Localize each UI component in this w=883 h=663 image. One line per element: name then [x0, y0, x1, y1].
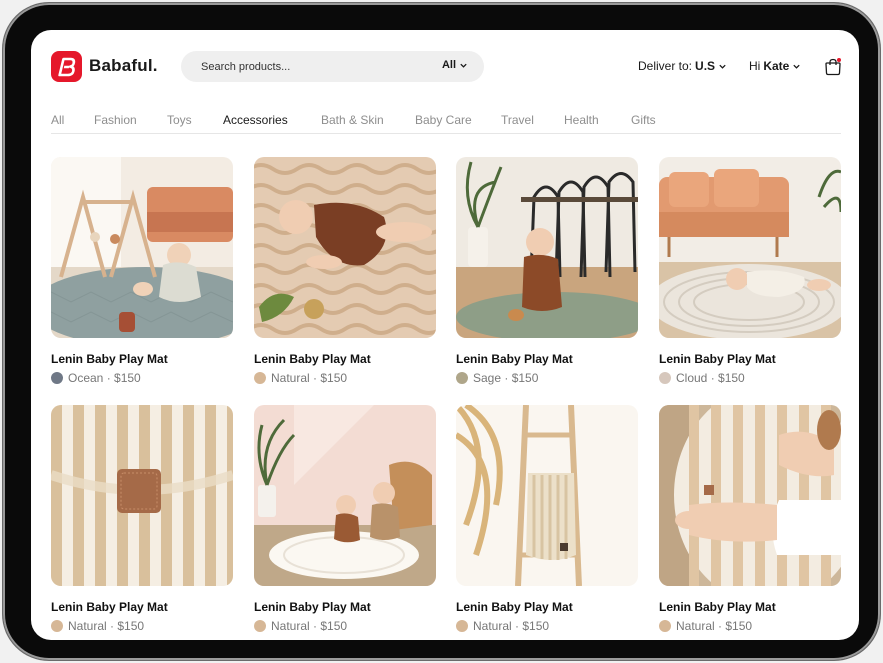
color-swatch[interactable]	[659, 620, 671, 632]
product-image[interactable]	[51, 157, 233, 338]
product-meta: Natural · $150	[659, 619, 752, 633]
product-variant-price: Natural · $150	[271, 619, 348, 633]
product-title[interactable]: Lenin Baby Play Mat	[659, 352, 776, 366]
deliver-to-selector[interactable]: Deliver to: U.S	[638, 59, 727, 73]
tab-toys[interactable]: Toys	[167, 113, 223, 133]
product-title[interactable]: Lenin Baby Play Mat	[254, 352, 371, 366]
color-swatch[interactable]	[51, 620, 63, 632]
search-category-dropdown[interactable]: All	[442, 59, 468, 71]
product-meta: Sage · $150	[456, 371, 538, 385]
product-card[interactable]: Lenin Baby Play Mat Natural · $150	[456, 405, 638, 633]
product-variant-price: Natural · $150	[676, 619, 753, 633]
product-image[interactable]	[254, 405, 436, 586]
product-variant-price: Natural · $150	[68, 619, 145, 633]
category-tabs: All Fashion Toys Accessories Bath & Skin…	[51, 113, 841, 134]
deliver-value: U.S	[695, 59, 716, 73]
product-card[interactable]: Lenin Baby Play Mat Sage · $150	[456, 157, 638, 385]
tab-all[interactable]: All	[51, 113, 94, 133]
search-input[interactable]	[201, 59, 421, 75]
product-meta: Ocean · $150	[51, 371, 141, 385]
color-swatch[interactable]	[659, 372, 671, 384]
product-title[interactable]: Lenin Baby Play Mat	[254, 600, 371, 614]
chevron-down-icon	[460, 63, 467, 68]
brand-logo-icon[interactable]	[51, 51, 82, 82]
search-category-value: All	[441, 59, 456, 71]
product-variant-price: Cloud · $150	[676, 371, 745, 385]
chevron-down-icon	[793, 64, 801, 69]
color-swatch[interactable]	[254, 372, 266, 384]
product-meta: Natural · $150	[456, 619, 549, 633]
shopping-bag-icon	[825, 58, 841, 76]
product-variant-price: Natural · $150	[271, 371, 348, 385]
product-title[interactable]: Lenin Baby Play Mat	[51, 352, 168, 366]
tab-health[interactable]: Health	[564, 113, 631, 133]
product-variant-price: Natural · $150	[473, 619, 550, 633]
tab-travel[interactable]: Travel	[501, 113, 564, 133]
color-swatch[interactable]	[456, 372, 468, 384]
product-card[interactable]: Lenin Baby Play Mat Ocean · $150	[51, 157, 233, 385]
product-image[interactable]	[659, 405, 841, 586]
brand-name[interactable]: Babaful.	[89, 56, 158, 76]
tablet-frame: Babaful. All Deliver to: U.S Hi Kate	[3, 3, 880, 660]
top-header: Babaful. All Deliver to: U.S Hi Kate	[31, 30, 859, 105]
product-image[interactable]	[51, 405, 233, 586]
product-title[interactable]: Lenin Baby Play Mat	[456, 352, 573, 366]
deliver-label: Deliver to:	[638, 59, 693, 73]
greeting-prefix: Hi	[749, 59, 761, 73]
product-variant-price: Ocean · $150	[68, 371, 141, 385]
product-card[interactable]: Lenin Baby Play Mat Cloud · $150	[659, 157, 841, 385]
product-image[interactable]	[456, 405, 638, 586]
user-name: Kate	[763, 59, 790, 73]
product-card[interactable]: Lenin Baby Play Mat Natural · $150	[659, 405, 841, 633]
tab-fashion[interactable]: Fashion	[94, 113, 167, 133]
product-meta: Cloud · $150	[659, 371, 745, 385]
product-title[interactable]: Lenin Baby Play Mat	[456, 600, 573, 614]
tab-baby-care[interactable]: Baby Care	[415, 113, 501, 133]
color-swatch[interactable]	[456, 620, 468, 632]
product-image[interactable]	[456, 157, 638, 338]
product-title[interactable]: Lenin Baby Play Mat	[659, 600, 776, 614]
product-meta: Natural · $150	[254, 619, 347, 633]
product-card[interactable]: Lenin Baby Play Mat Natural · $150	[51, 405, 233, 633]
product-image[interactable]	[659, 157, 841, 338]
product-card[interactable]: Lenin Baby Play Mat Natural · $150	[254, 157, 436, 385]
color-swatch[interactable]	[51, 372, 63, 384]
search-bar[interactable]: All	[181, 51, 484, 82]
tab-bath-skin[interactable]: Bath & Skin	[321, 113, 415, 133]
account-menu[interactable]: Hi Kate	[749, 59, 801, 73]
color-swatch[interactable]	[254, 620, 266, 632]
product-variant-price: Sage · $150	[473, 371, 539, 385]
product-meta: Natural · $150	[254, 371, 347, 385]
product-meta: Natural · $150	[51, 619, 144, 633]
product-image[interactable]	[254, 157, 436, 338]
product-title[interactable]: Lenin Baby Play Mat	[51, 600, 168, 614]
product-card[interactable]: Lenin Baby Play Mat Natural · $150	[254, 405, 436, 633]
tab-gifts[interactable]: Gifts	[631, 113, 671, 133]
app-screen: Babaful. All Deliver to: U.S Hi Kate	[31, 30, 859, 640]
cart-button[interactable]	[823, 57, 843, 77]
chevron-down-icon	[719, 64, 726, 69]
tab-accessories[interactable]: Accessories	[223, 113, 321, 133]
cart-notification-dot	[837, 58, 841, 62]
